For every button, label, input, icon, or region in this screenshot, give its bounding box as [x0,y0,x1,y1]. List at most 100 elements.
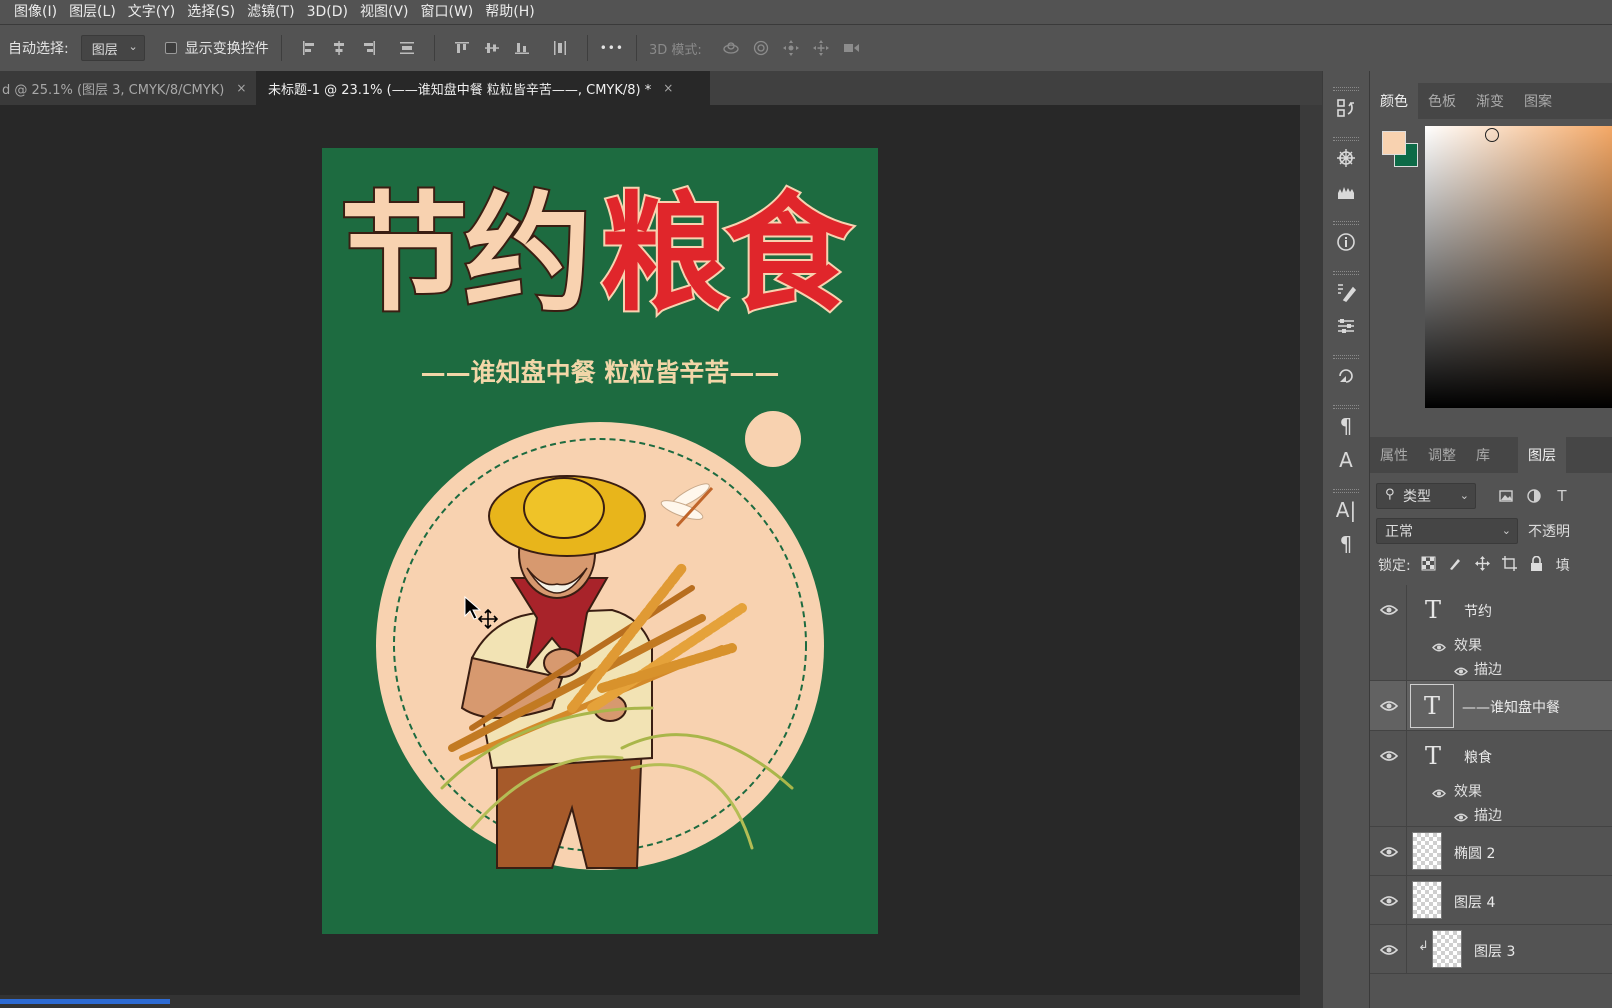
filter-type-icon[interactable]: T [1548,484,1576,508]
tab-adjustments[interactable]: 调整 [1418,437,1466,473]
adjust-sliders-icon[interactable] [1323,309,1369,343]
poster-artwork: 节约 粮食 ——谁知盘中餐 粒粒皆辛苦—— [338,177,859,870]
text-layer-thumbnail-icon: T [1424,742,1441,770]
layer-row-selected[interactable]: T ——谁知盘中餐 [1370,681,1612,731]
menu-window[interactable]: 窗口(W) [415,0,480,24]
tool-group [1323,271,1369,343]
effects-label[interactable]: 效果 [1454,781,1482,801]
history-icon[interactable] [1323,91,1369,125]
layer-name[interactable]: 图层 3 [1474,941,1515,961]
navigator-icon[interactable] [1323,141,1369,175]
3d-camera-icon[interactable] [836,33,866,63]
scrollbar-thumb[interactable] [0,999,170,1004]
layer-name[interactable]: ——谁知盘中餐 [1462,697,1560,717]
color-picker-cursor[interactable] [1485,128,1499,142]
close-icon[interactable]: × [663,81,673,95]
foreground-color-swatch[interactable] [1382,131,1406,155]
close-icon[interactable]: × [236,81,246,95]
visibility-eye-icon[interactable] [1379,845,1399,859]
visibility-eye-icon[interactable] [1379,603,1399,617]
align-vertical-centers-icon[interactable] [477,33,507,63]
character-styles-icon[interactable]: A [1323,443,1369,477]
moon-ellipse[interactable] [745,411,801,467]
info-icon[interactable] [1323,225,1369,259]
tab-properties[interactable]: 属性 [1370,437,1418,473]
align-bottom-edges-icon[interactable] [507,33,537,63]
menu-image[interactable]: 图像(I) [8,0,63,24]
lock-transparent-icon[interactable] [1421,556,1436,575]
more-options-button[interactable]: ••• [600,41,624,55]
effect-visibility-eye-icon[interactable] [1454,812,1468,823]
filter-pixel-icon[interactable] [1492,484,1520,508]
lock-artboard-icon[interactable] [1501,555,1517,575]
effect-visibility-eye-icon[interactable] [1454,666,1468,677]
document-tab-inactive[interactable]: d @ 25.1% (图层 3, CMYK/8/CMYK) × [0,71,256,105]
brush-settings-icon[interactable] [1323,275,1369,309]
blend-mode-dropdown[interactable]: 正常 ⌄ [1376,518,1518,544]
align-left-edges-icon[interactable] [294,33,324,63]
layer-row[interactable]: T 节约 效果 描边 [1370,585,1612,681]
align-top-edges-icon[interactable] [447,33,477,63]
effects-label[interactable]: 效果 [1454,635,1482,655]
layer-name[interactable]: 椭圆 2 [1454,843,1495,863]
layer-name[interactable]: 粮食 [1464,747,1492,767]
vertical-scrollbar[interactable] [1300,105,1322,1008]
layer-row[interactable]: ↲ 图层 3 [1370,925,1612,974]
poster-title-part1[interactable]: 节约 [338,177,594,331]
opacity-label: 不透明 [1528,524,1570,540]
layers-list[interactable]: T 节约 效果 描边 T ——谁知盘中餐 T 粮食 效果 描边 椭圆 2 图层 … [1370,585,1612,1008]
layer-row[interactable]: T 粮食 效果 描边 [1370,731,1612,827]
poster-title-part2[interactable]: 粮食 [598,177,859,331]
lock-all-icon[interactable] [1529,555,1544,575]
tab-patterns[interactable]: 图案 [1514,83,1562,119]
align-horizontal-centers-icon[interactable] [324,33,354,63]
tab-layers[interactable]: 图层 [1518,437,1566,473]
layer-row[interactable]: 椭圆 2 [1370,827,1612,876]
tab-color[interactable]: 颜色 [1370,83,1418,119]
tab-swatches[interactable]: 色板 [1418,83,1466,119]
effect-stroke-label[interactable]: 描边 [1474,805,1502,825]
lock-image-icon[interactable] [1448,556,1463,575]
layer-filter-dropdown[interactable]: ⚲ 类型 ⌄ [1376,483,1476,509]
3d-pan-icon[interactable] [776,33,806,63]
layer-name[interactable]: 节约 [1464,601,1492,621]
histogram-icon[interactable] [1323,175,1369,209]
distribute-horizontal-icon[interactable] [545,33,575,63]
layer-row[interactable]: 图层 4 [1370,876,1612,925]
3d-orbit-icon[interactable] [716,33,746,63]
paragraph-styles-icon[interactable]: ¶ [1323,409,1369,443]
tab-gradients[interactable]: 渐变 [1466,83,1514,119]
character-icon[interactable]: A| [1323,493,1369,527]
distribute-vertical-icon[interactable] [392,33,422,63]
effect-stroke-label[interactable]: 描边 [1474,659,1502,679]
menu-3d[interactable]: 3D(D) [301,0,354,24]
filter-adjustment-icon[interactable] [1520,484,1548,508]
paragraph-icon[interactable]: ¶ [1323,527,1369,561]
visibility-eye-icon[interactable] [1379,699,1399,713]
menu-help[interactable]: 帮助(H) [479,0,540,24]
layer-name[interactable]: 图层 4 [1454,892,1495,912]
clone-source-icon[interactable] [1323,359,1369,393]
menu-view[interactable]: 视图(V) [354,0,415,24]
auto-select-dropdown[interactable]: 图层 ⌄ [80,35,145,61]
menu-type[interactable]: 文字(Y) [122,0,181,24]
menu-select[interactable]: 选择(S) [181,0,241,24]
visibility-eye-icon[interactable] [1379,943,1399,957]
align-right-edges-icon[interactable] [354,33,384,63]
effect-visibility-eye-icon[interactable] [1432,642,1446,653]
menu-layer[interactable]: 图层(L) [63,0,122,24]
show-transform-checkbox[interactable] [164,42,177,54]
lock-position-icon[interactable] [1474,555,1490,575]
3d-slide-icon[interactable] [806,33,836,63]
poster-subtitle[interactable]: ——谁知盘中餐 粒粒皆辛苦—— [421,358,780,387]
document-tab-active[interactable]: 未标题-1 @ 23.1% (——谁知盘中餐 粒粒皆辛苦——, CMYK/8) … [256,71,710,105]
color-picker-field[interactable] [1425,126,1612,408]
menu-filter[interactable]: 滤镜(T) [241,0,300,24]
horizontal-scrollbar[interactable] [0,995,1300,1008]
3d-roll-icon[interactable] [746,33,776,63]
tab-libraries[interactable]: 库 [1466,437,1500,473]
visibility-eye-icon[interactable] [1379,749,1399,763]
poster-artboard[interactable]: 节约 粮食 ——谁知盘中餐 粒粒皆辛苦—— [322,148,878,934]
effect-visibility-eye-icon[interactable] [1432,788,1446,799]
visibility-eye-icon[interactable] [1379,894,1399,908]
